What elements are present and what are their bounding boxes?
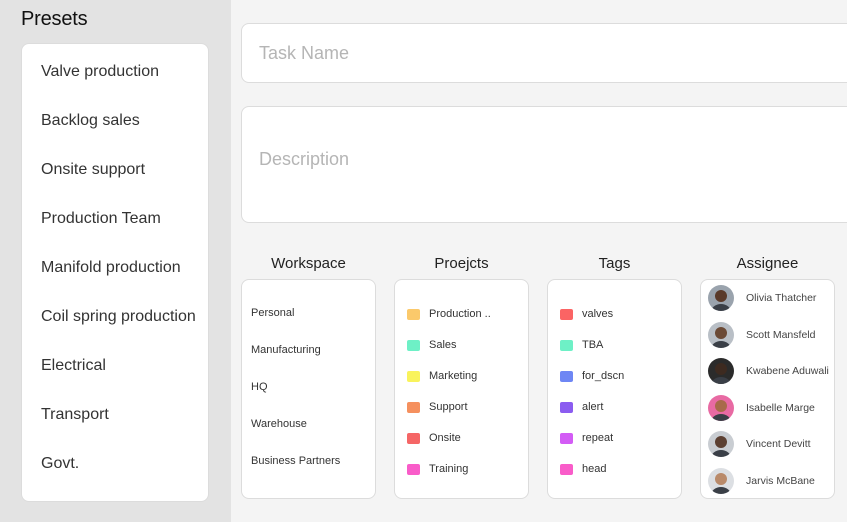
assignee-item[interactable]: Isabelle Marge [708, 395, 815, 421]
presets-panel: Presets Valve production Backlog sales O… [0, 0, 231, 522]
color-swatch [560, 339, 573, 351]
workspace-item[interactable]: Warehouse [251, 418, 307, 430]
color-swatch [560, 401, 573, 413]
workspace-item[interactable]: Personal [251, 307, 294, 319]
color-swatch [407, 370, 420, 382]
projects-list: Production .. Sales Marketing Support On… [394, 279, 529, 499]
workspace-item[interactable]: Business Partners [251, 455, 340, 467]
description-input[interactable]: Description [241, 106, 847, 223]
color-swatch [560, 432, 573, 444]
preset-item[interactable]: Coil spring production [41, 308, 196, 326]
project-item[interactable]: Sales [407, 338, 457, 352]
color-swatch [407, 401, 420, 413]
tag-item[interactable]: TBA [560, 338, 603, 352]
task-form: Task Name Description Workspace Personal… [231, 0, 847, 522]
avatar [708, 468, 734, 494]
assignee-name: Vincent Devitt [746, 438, 811, 450]
preset-item[interactable]: Manifold production [41, 259, 181, 277]
task-name-placeholder: Task Name [259, 42, 350, 63]
project-item[interactable]: Training [407, 462, 468, 476]
preset-item[interactable]: Valve production [41, 63, 159, 81]
tags-list: valves TBA for_dscn alert repeat head [547, 279, 682, 499]
project-label: Production .. [429, 308, 491, 320]
preset-item[interactable]: Transport [41, 406, 109, 424]
avatar [708, 358, 734, 384]
assignee-title: Assignee [736, 255, 799, 272]
avatar [708, 431, 734, 457]
tag-item[interactable]: head [560, 462, 606, 476]
color-swatch [407, 432, 420, 444]
assignee-name: Jarvis McBane [746, 475, 815, 487]
project-item[interactable]: Support [407, 400, 468, 414]
color-swatch [407, 308, 420, 320]
project-label: Training [429, 463, 469, 475]
workspace-title: Workspace [271, 255, 346, 272]
tag-item[interactable]: valves [560, 307, 613, 321]
presets-list: Valve production Backlog sales Onsite su… [21, 43, 209, 502]
assignee-item[interactable]: Kwabene Aduwali [708, 358, 829, 384]
description-placeholder: Description [259, 149, 350, 169]
color-swatch [560, 463, 573, 475]
project-item[interactable]: Production .. [407, 307, 491, 321]
project-label: Onsite [429, 432, 461, 444]
assignee-item[interactable]: Vincent Devitt [708, 431, 811, 457]
tags-title: Tags [598, 255, 631, 272]
color-swatch [560, 370, 573, 382]
tag-item[interactable]: repeat [560, 431, 613, 445]
color-swatch [560, 308, 573, 320]
project-label: Marketing [429, 370, 478, 382]
assignee-list: Olivia Thatcher Scott Mansfeld Kwabene A… [700, 279, 835, 499]
preset-item[interactable]: Electrical [41, 357, 106, 375]
tag-label: valves [582, 308, 614, 320]
tag-label: repeat [582, 432, 614, 444]
assignee-item[interactable]: Scott Mansfeld [708, 322, 815, 348]
avatar [708, 322, 734, 348]
projects-title: Proejcts [434, 255, 489, 272]
tag-item[interactable]: for_dscn [560, 369, 624, 383]
color-swatch [407, 463, 420, 475]
tag-item[interactable]: alert [560, 400, 603, 414]
assignee-name: Isabelle Marge [746, 402, 815, 414]
color-swatch [407, 339, 420, 351]
tag-label: for_dscn [582, 370, 625, 382]
preset-item[interactable]: Production Team [41, 210, 161, 228]
preset-item[interactable]: Govt. [41, 455, 79, 473]
workspace-item[interactable]: HQ [251, 381, 268, 393]
assignee-name: Kwabene Aduwali [746, 365, 829, 377]
task-name-input[interactable]: Task Name [241, 23, 847, 83]
project-item[interactable]: Marketing [407, 369, 477, 383]
preset-item[interactable]: Onsite support [41, 161, 145, 179]
project-label: Sales [429, 339, 457, 351]
tag-label: TBA [582, 339, 604, 351]
avatar [708, 285, 734, 311]
presets-title: Presets [21, 8, 88, 30]
workspace-list: Personal Manufacturing HQ Warehouse Busi… [241, 279, 376, 499]
assignee-item[interactable]: Jarvis McBane [708, 468, 815, 494]
workspace-item[interactable]: Manufacturing [251, 344, 321, 356]
assignee-name: Scott Mansfeld [746, 329, 816, 341]
project-label: Support [429, 401, 468, 413]
avatar [708, 395, 734, 421]
assignee-name: Olivia Thatcher [746, 292, 817, 304]
tag-label: alert [582, 401, 604, 413]
tag-label: head [582, 463, 607, 475]
preset-item[interactable]: Backlog sales [41, 112, 140, 130]
project-item[interactable]: Onsite [407, 431, 461, 445]
assignee-item[interactable]: Olivia Thatcher [708, 285, 816, 311]
